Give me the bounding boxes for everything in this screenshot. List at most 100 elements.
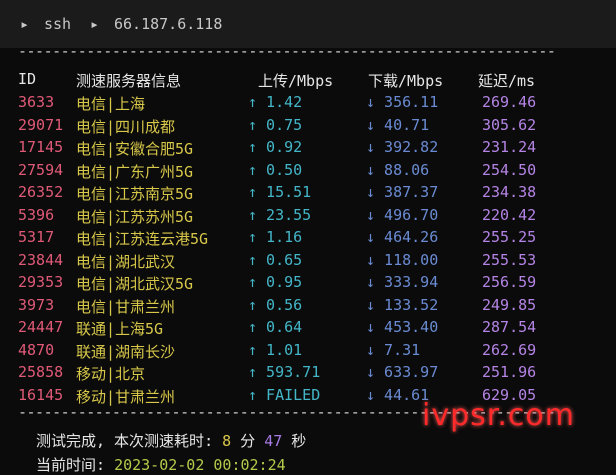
row-upload: ↑ 0.92 <box>248 138 303 156</box>
breadcrumb-ssh[interactable]: ssh <box>44 15 71 33</box>
row-download: ↓ 133.52 <box>366 295 439 314</box>
row-download: ↓ 7.31 <box>366 340 421 359</box>
row-node: 电信|四川成都 <box>76 117 176 136</box>
row-latency: 249.85 <box>482 295 537 314</box>
row-download: ↓ 333.94 <box>366 273 439 291</box>
footer-duration: 测试完成, 本次测速耗时: 8 分 47 秒 <box>36 430 306 451</box>
table-row: 27594 电信|广东广州5G ↑ 0.50 ↓ 88.06 254.50 <box>0 161 616 183</box>
header-upload: 上传/Mbps <box>258 72 334 90</box>
row-latency: 256.59 <box>482 273 537 291</box>
table-row: 29353 电信|湖北武汉5G ↑ 0.95 ↓ 333.94 256.59 <box>0 273 616 295</box>
row-node: 电信|江苏苏州5G <box>76 207 194 226</box>
row-node: 电信|上海 <box>76 95 146 113</box>
row-node: 联通|上海5G <box>76 320 164 338</box>
row-node: 电信|江苏南京5G <box>76 185 194 203</box>
row-upload: ↑ 0.75 <box>248 115 303 134</box>
row-upload: ↑ 1.42 <box>248 93 303 111</box>
row-download: ↓ 44.61 <box>366 385 430 404</box>
row-download: ↓ 356.11 <box>366 93 439 111</box>
watermark-logo: ivpsr.com <box>422 398 575 433</box>
row-upload: ↑ 1.01 <box>248 340 303 359</box>
row-download: ↓ 453.40 <box>366 318 439 336</box>
footer-done-text: 测试完成, 本次测速耗时: <box>36 432 223 450</box>
breadcrumb-host[interactable]: 66.187.6.118 <box>114 15 222 33</box>
row-id: 3973 <box>18 295 55 314</box>
chevron-right-icon: ▸ <box>20 15 30 33</box>
table-row: 3633 电信|上海 ↑ 1.42 ↓ 356.11 269.46 <box>0 93 616 115</box>
row-upload: ↑ 0.64 <box>248 318 303 336</box>
row-node: 联通|湖南长沙 <box>76 342 176 361</box>
row-id: 25858 <box>18 363 64 381</box>
row-id: 23844 <box>18 250 64 269</box>
row-id: 26352 <box>18 183 64 201</box>
header-id: ID <box>18 70 37 88</box>
header-latency: 延迟/ms <box>478 72 536 90</box>
row-id: 24447 <box>18 318 64 336</box>
row-latency: 231.24 <box>482 138 537 156</box>
row-upload: ↑ 0.65 <box>248 250 303 269</box>
row-id: 16145 <box>18 385 64 404</box>
row-upload: ↑ 0.56 <box>248 295 303 314</box>
footer-time-value: 2023-02-02 00:02:24 <box>114 456 286 474</box>
row-latency: 255.25 <box>482 228 537 246</box>
row-id: 5317 <box>18 228 55 246</box>
row-node: 电信|江苏连云港5G <box>76 230 209 248</box>
table-row: 17145 电信|安徽合肥5G ↑ 0.92 ↓ 392.82 231.24 <box>0 138 616 160</box>
row-download: ↓ 88.06 <box>366 160 430 179</box>
footer-minutes: 8 <box>222 432 232 450</box>
row-upload: ↑ 15.51 <box>248 183 312 201</box>
row-node: 电信|湖北武汉5G <box>76 275 194 293</box>
row-latency: 269.46 <box>482 93 537 111</box>
row-latency: 254.50 <box>482 160 537 179</box>
table-row: 4870 联通|湖南长沙 ↑ 1.01 ↓ 7.31 262.69 <box>0 341 616 363</box>
row-latency: 220.42 <box>482 205 537 224</box>
row-upload: ↑ 1.16 <box>248 228 303 246</box>
row-latency: 251.96 <box>482 363 537 381</box>
row-upload: ↑ 0.50 <box>248 160 303 179</box>
table-row: 26352 电信|江苏南京5G ↑ 15.51 ↓ 387.37 234.38 <box>0 183 616 205</box>
row-id: 4870 <box>18 340 55 359</box>
row-upload: ↑ FAILED <box>248 385 321 404</box>
footer-min-unit: 分 <box>231 432 265 450</box>
table-row: 24447 联通|上海5G ↑ 0.64 ↓ 453.40 287.54 <box>0 318 616 340</box>
table-row: 23844 电信|湖北武汉 ↑ 0.65 ↓ 118.00 255.53 <box>0 251 616 273</box>
row-download: ↓ 387.37 <box>366 183 439 201</box>
row-latency: 255.53 <box>482 250 537 269</box>
table-row: 25858 移动|北京 ↑ 593.71 ↓ 633.97 251.96 <box>0 363 616 385</box>
row-id: 17145 <box>18 138 64 156</box>
row-node: 电信|安徽合肥5G <box>76 140 194 158</box>
row-id: 27594 <box>18 160 64 179</box>
row-upload: ↑ 593.71 <box>248 363 321 381</box>
row-download: ↓ 464.26 <box>366 228 439 246</box>
row-download: ↓ 40.71 <box>366 115 430 134</box>
chevron-right-icon: ▸ <box>90 15 100 33</box>
row-node: 电信|湖北武汉 <box>76 252 176 271</box>
row-id: 3633 <box>18 93 55 111</box>
table-row: 3973 电信|甘肃兰州 ↑ 0.56 ↓ 133.52 249.85 <box>0 296 616 318</box>
footer-time: 当前时间: 2023-02-02 00:02:24 <box>36 454 286 475</box>
row-latency: 262.69 <box>482 340 537 359</box>
row-download: ↓ 633.97 <box>366 363 439 381</box>
row-download: ↓ 392.82 <box>366 138 439 156</box>
header-node: 测速服务器信息 <box>76 72 182 90</box>
row-latency: 305.62 <box>482 115 537 134</box>
footer-sec-unit: 秒 <box>282 432 307 450</box>
row-latency: 287.54 <box>482 318 537 336</box>
row-upload: ↑ 0.95 <box>248 273 303 291</box>
table-row: 29071 电信|四川成都 ↑ 0.75 ↓ 40.71 305.62 <box>0 116 616 138</box>
footer-time-label: 当前时间: <box>36 456 115 474</box>
row-download: ↓ 496.70 <box>366 205 439 224</box>
row-id: 5396 <box>18 205 55 224</box>
row-id: 29071 <box>18 115 64 134</box>
row-upload: ↑ 23.55 <box>248 205 312 224</box>
row-id: 29353 <box>18 273 64 291</box>
table-row: 5317 电信|江苏连云港5G ↑ 1.16 ↓ 464.26 255.25 <box>0 228 616 250</box>
header-download: 下载/Mbps <box>368 72 444 90</box>
row-node: 移动|北京 <box>76 365 146 383</box>
divider-top: ----------------------------------------… <box>18 42 556 60</box>
row-download: ↓ 118.00 <box>366 250 439 269</box>
row-node: 电信|广东广州5G <box>76 162 194 181</box>
table-row: 5396 电信|江苏苏州5G ↑ 23.55 ↓ 496.70 220.42 <box>0 206 616 228</box>
row-node: 电信|甘肃兰州 <box>76 297 176 316</box>
footer-seconds: 47 <box>264 432 283 450</box>
